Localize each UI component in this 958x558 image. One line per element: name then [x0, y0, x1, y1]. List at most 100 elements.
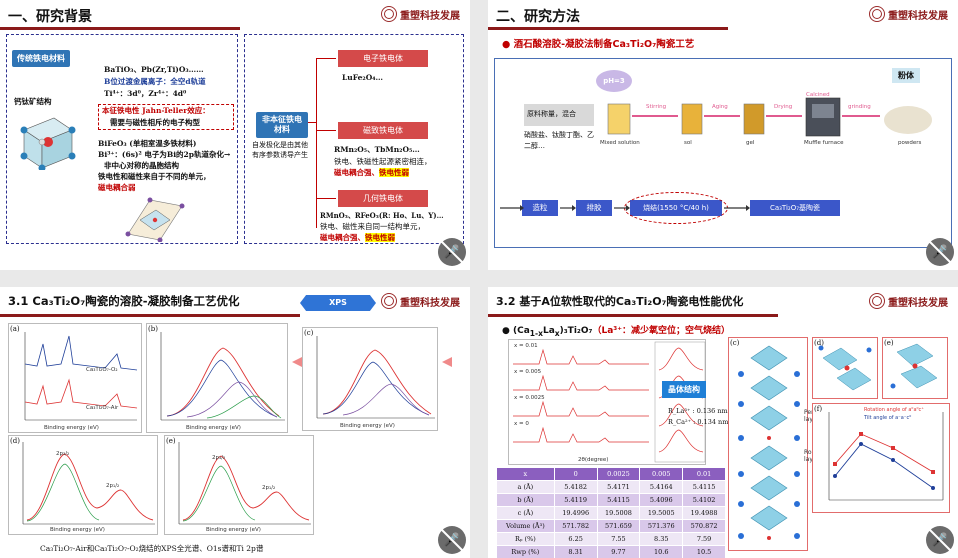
tag-traditional: 传统铁电材料 — [12, 50, 70, 67]
radius-la: R_La³⁺ : 0.136 nm — [668, 407, 728, 415]
xrd-label-3: x = 0.0025 — [514, 395, 545, 401]
table-cell: 19.5008 — [596, 506, 641, 520]
slide-title: 二、研究方法 — [496, 9, 580, 25]
furnace-label: Muffle furnace — [804, 140, 844, 146]
ions-line: Ti⁴⁺：3d⁰，Zr⁴⁺：4d⁰ — [104, 89, 187, 98]
flow-arrows — [500, 205, 750, 211]
slide-a-site-substitution[interactable]: 3.2 基于A位软性取代的Ca₃Ti₂O₇陶瓷电性能优化 重塑科技发展 ● (C… — [488, 287, 958, 558]
mic-off-icon[interactable]: 🎤 — [438, 238, 466, 266]
table-cell: 0 — [553, 467, 598, 481]
geometric-weak-hl: 铁电性弱 — [365, 233, 395, 242]
slide-title: 一、研究背景 — [8, 9, 92, 25]
table-cell: 8.31 — [553, 545, 598, 558]
table-row-label: x — [496, 467, 555, 481]
radius-ca: R_Ca²⁺ : 0.134 nm — [668, 418, 729, 426]
step-ceramic: Ca₃Ti₂O₇基陶瓷 — [750, 200, 840, 216]
formula-heading: ● (Ca1-xLax)₃Ti₂O₇（La³⁺：减少氧空位；空气烧结） — [502, 326, 730, 338]
table-cell: 5.4164 — [639, 480, 684, 494]
logo-text: 重塑科技发展 — [400, 10, 460, 22]
xrd-xlabel: 2θ(degree) — [578, 457, 609, 463]
xrd-label-2: x = 0.005 — [514, 369, 542, 375]
ph-bubble: pH=3 — [596, 70, 632, 92]
peak-2p32-d: 2p₃/₂ — [56, 451, 70, 457]
table-cell: 7.59 — [682, 532, 726, 546]
table-row-label: Rₚ (%) — [496, 532, 555, 546]
table-cell: 5.4119 — [553, 493, 598, 507]
table-row-label: a (Å) — [496, 480, 555, 494]
table-cell: 5.4096 — [639, 493, 684, 507]
perovskite-label: 钙钛矿结构 — [14, 97, 52, 106]
unit-line: 铁电性和磁性来自于不同的单元， — [98, 172, 211, 181]
gel-label: gel — [746, 140, 755, 146]
panel-c-label-4: (c) — [730, 339, 740, 347]
seal-icon — [869, 293, 885, 309]
xps-survey-chart — [24, 332, 138, 421]
title-underline — [488, 27, 728, 30]
mic-off-icon[interactable]: 🎤 — [926, 526, 954, 554]
slide-research-method[interactable]: 二、研究方法 重塑科技发展 ● 酒石酸溶胶-凝胶法制备Ca₃Ti₂O₇陶瓷工艺 … — [488, 0, 958, 270]
peak-2p32-e: 2p₃/₂ — [212, 455, 226, 461]
table-cell: 8.35 — [639, 532, 684, 546]
magnetic-strong: 磁电耦合强、铁电性弱 — [334, 168, 409, 177]
table-cell: 0.005 — [639, 467, 684, 481]
table-row-label: b (Å) — [496, 493, 555, 507]
bracket-bottom — [316, 198, 336, 199]
bi-line-2: 非中心对称的晶胞结构 — [104, 161, 179, 170]
table-row: b (Å) 5.4119 5.4115 5.4096 5.4102 — [496, 493, 726, 507]
mic-off-icon[interactable]: 🎤 — [926, 238, 954, 266]
tag-improper: 非本征铁电材料 — [256, 112, 308, 138]
table-cell: 9.77 — [596, 545, 641, 558]
table-row: Rₚ (%) 6.25 7.55 8.35 7.59 — [496, 532, 726, 546]
arrow-left-icon-2 — [442, 357, 452, 367]
panel-c-label: (c) — [304, 329, 314, 337]
seal-icon — [869, 6, 885, 22]
bracket-mid — [316, 130, 336, 131]
table-header-row: x 0 0.0025 0.005 0.01 — [496, 467, 726, 481]
xps-panel-b — [146, 323, 288, 433]
perovskite-structure-image — [20, 117, 76, 170]
table-row: Rwp (%) 8.31 9.77 10.6 10.5 — [496, 545, 726, 558]
table-cell: 571.659 — [596, 519, 641, 533]
bifeo3-structure-image — [125, 197, 185, 242]
seal-icon — [381, 293, 397, 309]
mic-off-icon[interactable]: 🎤 — [438, 526, 466, 554]
raw-material-box: 原料称量，混合 — [524, 104, 594, 126]
panel-b-label: (b) — [148, 325, 158, 333]
table-row: c (Å) 19.4996 19.5008 19.5005 19.4988 — [496, 506, 726, 520]
bracket-top — [316, 58, 336, 59]
raw-material-list: 硝酸盐、钛酸丁酯、乙二醇… — [524, 131, 594, 150]
jahn-teller-text: 本征铁电性 Jahn-Teller效应： — [102, 106, 210, 115]
table-row: a (Å) 5.4182 5.4171 5.4164 5.4115 — [496, 480, 726, 494]
bracket-line — [316, 58, 317, 228]
geometric-note: 铁电、磁性来自同一结构单元， — [320, 222, 425, 231]
peak-2p12-e: 2p₁/₂ — [262, 485, 276, 491]
table-cell: 0.01 — [682, 467, 726, 481]
table-row: Volume (Å³) 571.782 571.659 571.376 570.872 — [496, 519, 726, 533]
formula-prefix: (Ca — [513, 326, 530, 336]
grinding-label: grinding — [848, 104, 871, 110]
powders-label: powders — [898, 140, 922, 146]
drying-label: Drying — [774, 104, 793, 110]
logo: 重塑科技发展 — [381, 6, 460, 22]
category-geometric: 几何铁电体 — [338, 190, 428, 207]
xlabel-a: Binding energy (eV) — [44, 425, 99, 431]
panel-a-label: (a) — [10, 325, 20, 333]
table-row-label: c (Å) — [496, 506, 555, 520]
stirring-label: Stirring — [646, 104, 667, 110]
xlabel-c: Binding energy (eV) — [340, 423, 395, 429]
mixed-label: Mixed solution — [600, 140, 640, 146]
xps-panel-e — [164, 435, 314, 535]
slide-research-background[interactable]: 一、研究背景 重塑科技发展 传统铁电材料 钙钛矿结构 BaTiO₃、Pb(Zr,… — [0, 0, 470, 270]
logo: 重塑科技发展 — [381, 293, 460, 309]
logo: 重塑科技发展 — [869, 6, 948, 22]
slide-xps-optimization[interactable]: 3.1 Ca₃Ti₂O₇陶瓷的溶胶-凝胶制备工艺优化 XPS 重塑科技发展 (a… — [0, 287, 470, 558]
panel-e-label: (e) — [166, 437, 176, 445]
formula-suffix: )₃Ti₂O₇ — [559, 326, 593, 336]
category-electronic: 电子铁电体 — [338, 50, 428, 67]
ti2p-chart-o2 — [178, 442, 311, 525]
xlabel-e: Binding energy (eV) — [206, 527, 261, 533]
table-cell: 5.4115 — [596, 493, 641, 507]
b-site-note: B位过渡金属离子：全空d轨道 — [104, 77, 206, 86]
powder-tag: 粉体 — [892, 68, 920, 83]
xlabel-d: Binding energy (eV) — [50, 527, 105, 533]
